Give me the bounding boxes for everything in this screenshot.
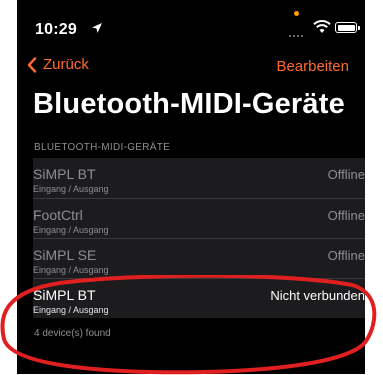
- device-name: SiMPL BT: [33, 287, 96, 303]
- chevron-left-icon: [27, 56, 37, 73]
- device-row[interactable]: SiMPL SE Eingang / Ausgang Offline: [33, 238, 365, 278]
- privacy-indicator-dot: [294, 11, 299, 16]
- device-direction: Eingang / Ausgang: [33, 265, 109, 275]
- phone-screen: 10:29 Zurück Bearbeiten Bluetooth-MIDI-G…: [17, 0, 365, 374]
- device-list: SiMPL BT Eingang / Ausgang Offline FootC…: [33, 158, 365, 318]
- device-direction: Eingang / Ausgang: [33, 184, 109, 194]
- device-name: SiMPL BT: [33, 166, 96, 182]
- back-label: Zurück: [43, 56, 89, 73]
- device-row[interactable]: SiMPL BT Eingang / Ausgang Offline: [33, 158, 365, 198]
- signal-icon: [289, 24, 305, 42]
- section-header: BLUETOOTH-MIDI-GERÄTE: [34, 142, 171, 153]
- device-row[interactable]: SiMPL BT Eingang / Ausgang Nicht verbund…: [33, 278, 365, 318]
- device-name: SiMPL SE: [33, 247, 97, 263]
- device-status: Offline: [327, 167, 365, 182]
- device-status: Offline: [327, 208, 365, 223]
- back-button[interactable]: Zurück: [27, 56, 89, 73]
- device-direction: Eingang / Ausgang: [33, 305, 109, 315]
- device-status: Offline: [327, 248, 365, 263]
- status-time: 10:29: [35, 21, 77, 38]
- device-direction: Eingang / Ausgang: [33, 225, 109, 235]
- wifi-icon: [313, 20, 331, 33]
- edit-button[interactable]: Bearbeiten: [276, 58, 349, 75]
- device-status: Nicht verbunden: [270, 288, 365, 303]
- location-arrow-icon: [92, 23, 102, 33]
- device-row[interactable]: FootCtrl Eingang / Ausgang Offline: [33, 198, 365, 238]
- page-title: Bluetooth-MIDI-Geräte: [33, 88, 345, 120]
- device-count-footer: 4 device(s) found: [34, 328, 111, 339]
- battery-icon: [335, 22, 360, 33]
- device-name: FootCtrl: [33, 207, 83, 223]
